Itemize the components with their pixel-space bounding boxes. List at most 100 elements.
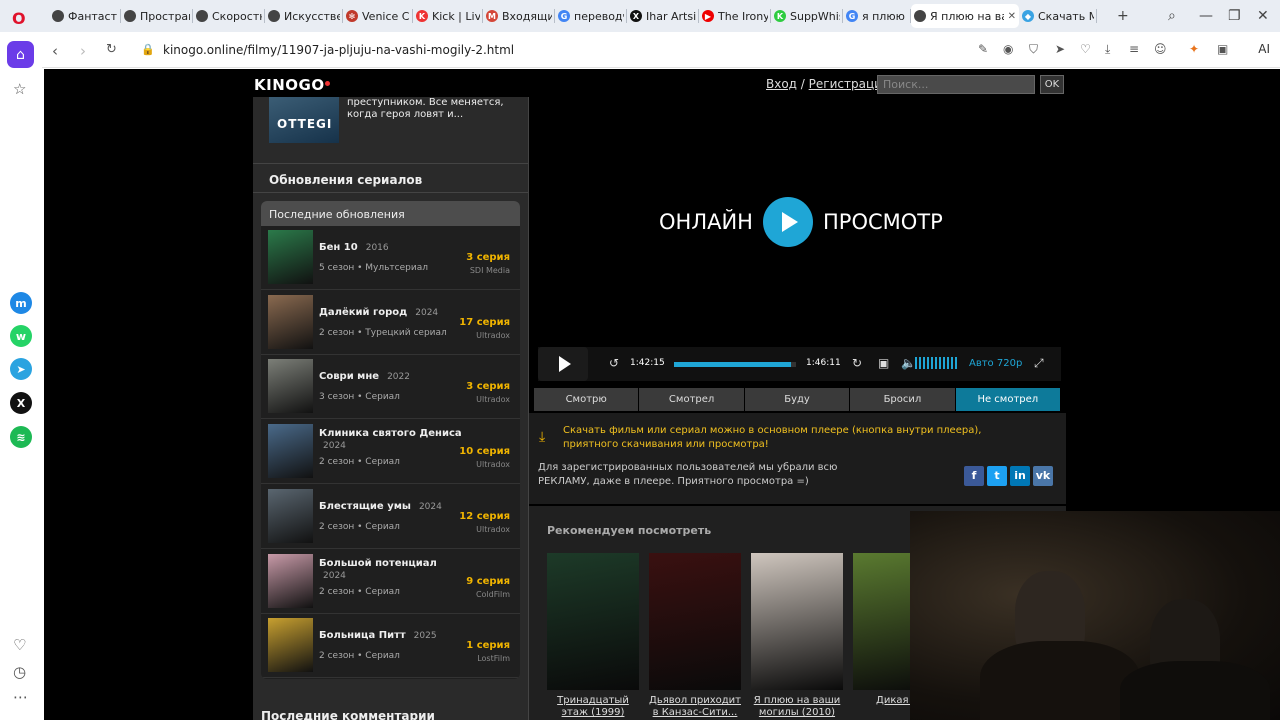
tab[interactable]: X Ihar Artsio xyxy=(627,4,699,28)
tab[interactable]: ✻ Venice Cha xyxy=(343,4,413,28)
series-poster[interactable] xyxy=(268,618,313,673)
home-icon[interactable]: ⌂ xyxy=(7,41,34,68)
site-logo[interactable]: KINOGO xyxy=(254,76,330,94)
series-item[interactable]: Соври мне 2022 3 сезон • Сериал 3 серия Ultr… xyxy=(261,355,520,420)
shield-icon[interactable]: ⛉ xyxy=(1029,42,1038,57)
fullscreen-icon[interactable]: ⤢ xyxy=(1034,356,1044,371)
tab[interactable]: Искусстве xyxy=(265,4,343,28)
series-poster[interactable] xyxy=(268,294,313,349)
reload-button[interactable]: ↻ xyxy=(106,42,117,57)
menu-icon[interactable]: ≡ xyxy=(1129,42,1139,56)
series-name[interactable]: Соври мне 2022 xyxy=(319,371,410,382)
social-f-icon[interactable]: f xyxy=(964,466,984,486)
series-title[interactable]: Далёкий город xyxy=(319,307,407,318)
play-big-icon[interactable] xyxy=(762,197,813,247)
status-button[interactable]: Бросил xyxy=(850,388,955,411)
quality-selector[interactable]: Авто 720p xyxy=(969,358,1022,369)
series-poster[interactable] xyxy=(268,488,313,543)
series-poster[interactable] xyxy=(268,553,313,608)
status-button[interactable]: Буду xyxy=(744,388,850,411)
status-button[interactable]: Смотрел xyxy=(639,388,744,411)
online-banner[interactable]: ОНЛАЙН ПРОСМОТР xyxy=(659,197,943,247)
tab[interactable]: ▶ The Irony xyxy=(699,4,771,28)
tab[interactable]: Скоростн xyxy=(193,4,265,28)
social-vk-icon[interactable]: vk xyxy=(1033,466,1053,486)
recommend-label[interactable]: Дьявол приходит в Канзас-Сити... xyxy=(645,695,745,719)
send-icon[interactable]: ➤ xyxy=(1055,42,1065,56)
social-t-icon[interactable]: t xyxy=(987,466,1007,486)
download-icon[interactable]: ⤓ xyxy=(1105,42,1110,57)
search-tabs-icon[interactable]: ⌕ xyxy=(1168,8,1176,24)
series-name[interactable]: Большой потенциал 2024 xyxy=(319,558,469,581)
star-icon[interactable]: ☆ xyxy=(13,80,26,98)
cube-icon[interactable]: ▣ xyxy=(1217,42,1228,56)
series-title[interactable]: Большой потенциал xyxy=(319,558,437,569)
recommend-label[interactable]: Тринадцатый этаж (1999) xyxy=(543,695,643,719)
tab[interactable]: Gя плюю на xyxy=(843,4,911,28)
edit-icon[interactable]: ✎ xyxy=(978,42,988,56)
series-title[interactable]: Бен 10 xyxy=(319,242,358,253)
x-icon[interactable]: X xyxy=(10,392,32,414)
recommend-poster[interactable] xyxy=(649,553,741,690)
minimize-button[interactable]: — xyxy=(1199,8,1213,24)
status-button[interactable]: Смотрю xyxy=(534,388,639,411)
metamask-icon[interactable]: ✦ xyxy=(1189,42,1199,56)
close-tab-icon[interactable]: ✕ xyxy=(1008,11,1016,22)
search-button[interactable]: OK xyxy=(1040,75,1064,94)
series-name[interactable]: Блестящие умы 2024 xyxy=(319,501,442,512)
series-name[interactable]: Бен 10 2016 xyxy=(319,242,389,253)
volume-slider[interactable] xyxy=(915,357,959,369)
heart-icon[interactable]: ♡ xyxy=(1080,42,1091,56)
tab[interactable]: M Входящие xyxy=(483,4,555,28)
tab[interactable]: Я плюю на ваши ✕ xyxy=(911,4,1019,28)
tab[interactable]: K SuppWhisp xyxy=(771,4,843,28)
lock-icon[interactable]: 🔒 xyxy=(141,43,155,56)
social-in-icon[interactable]: in xyxy=(1010,466,1030,486)
series-title[interactable]: Клиника святого Дениса xyxy=(319,428,462,439)
profile-icon[interactable]: ☺ xyxy=(1154,42,1167,56)
more-icon[interactable]: ⋯ xyxy=(13,688,28,706)
series-item[interactable]: Блестящие умы 2024 2 сезон • Сериал 12 сери… xyxy=(261,485,520,549)
progress-track[interactable] xyxy=(674,362,796,367)
recommend-poster[interactable] xyxy=(547,553,639,690)
camera-icon[interactable]: ◉ xyxy=(1003,42,1013,56)
recommend-poster[interactable] xyxy=(751,553,843,690)
spotify-icon[interactable]: ≋ xyxy=(10,426,32,448)
series-item[interactable]: Клиника святого Дениса 2024 2 сезон • Сери… xyxy=(261,420,520,485)
pip-icon[interactable]: ▣ xyxy=(878,356,889,370)
forward-button[interactable]: › xyxy=(80,42,86,60)
series-item[interactable]: Большой потенциал 2024 2 сезон • Сериал 9 с… xyxy=(261,550,520,614)
series-name[interactable]: Больница Питт 2025 xyxy=(319,630,437,641)
series-poster[interactable] xyxy=(268,424,313,479)
series-title[interactable]: Больница Питт xyxy=(319,630,406,641)
tab[interactable]: ◆ Скачать М xyxy=(1019,4,1097,28)
series-title[interactable]: Соври мне xyxy=(319,371,379,382)
series-item[interactable]: Далёкий город 2024 2 сезон • Турецкий сери… xyxy=(261,291,520,355)
play-button[interactable] xyxy=(538,347,588,381)
rewind-10-icon[interactable]: ↺ xyxy=(609,356,619,370)
close-window-button[interactable]: ✕ xyxy=(1257,8,1269,24)
heart-sidebar-icon[interactable]: ♡ xyxy=(13,636,26,654)
video-player[interactable]: ОНЛАЙН ПРОСМОТР ↺ 1:42:15 1:46:11 ↻ ▣ 🔈 … xyxy=(534,97,1065,381)
history-icon[interactable]: ◷ xyxy=(13,663,26,681)
tab[interactable]: Простран xyxy=(121,4,193,28)
tab[interactable]: Gпереводч xyxy=(555,4,627,28)
recommend-label[interactable]: Я плюю на ваши могилы (2010) xyxy=(747,695,847,719)
series-item[interactable]: Больница Питт 2025 2 сезон • Сериал 1 серия… xyxy=(261,614,520,679)
volume-icon[interactable]: 🔈 xyxy=(901,356,916,370)
messenger-icon[interactable]: m xyxy=(10,292,32,314)
series-poster[interactable] xyxy=(268,359,313,414)
restore-button[interactable]: ❐ xyxy=(1228,8,1241,24)
series-title[interactable]: Блестящие умы xyxy=(319,501,411,512)
status-button[interactable]: Не смотрел xyxy=(955,388,1061,411)
series-name[interactable]: Клиника святого Дениса 2024 xyxy=(319,428,469,451)
whatsapp-icon[interactable]: w xyxy=(10,325,32,347)
tab[interactable]: Фантастик xyxy=(49,4,121,28)
back-button[interactable]: ‹ xyxy=(52,42,58,60)
login-link[interactable]: Вход xyxy=(766,77,797,91)
search-input[interactable]: Поиск... xyxy=(877,75,1035,94)
telegram-icon[interactable]: ➤ xyxy=(10,358,32,380)
url-field[interactable]: kinogo.online/filmy/11907-ja-pljuju-na-v… xyxy=(163,43,514,57)
opera-logo-icon[interactable]: O xyxy=(12,9,26,28)
forward-10-icon[interactable]: ↻ xyxy=(852,356,862,370)
